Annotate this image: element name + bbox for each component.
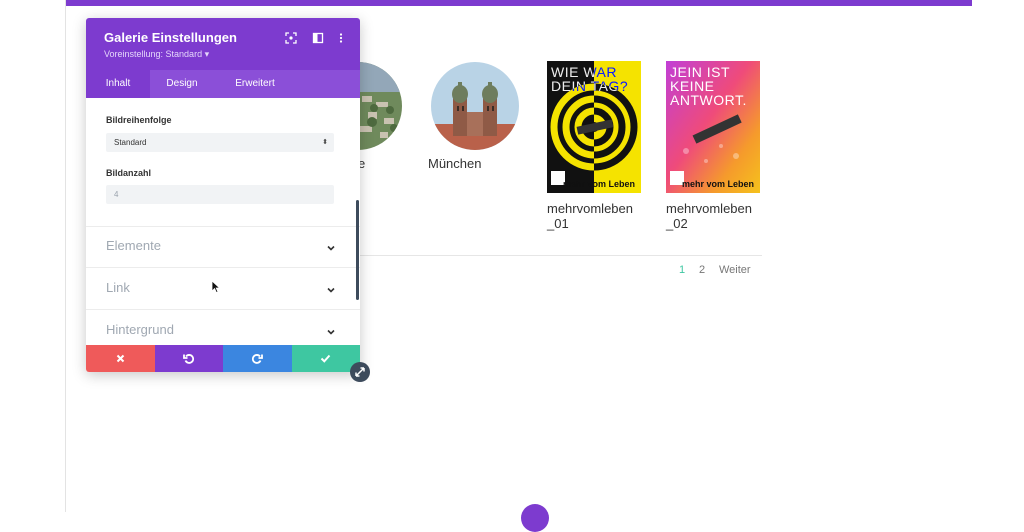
tab-inhalt[interactable]: Inhalt (86, 70, 150, 98)
gallery-caption-munich: München (428, 156, 482, 171)
section-divider (86, 267, 360, 268)
tab-design[interactable]: Design (150, 70, 214, 98)
close-icon (116, 354, 124, 363)
gallery-settings-panel: Galerie Einstellungen Voreinstellung: St… (86, 18, 360, 372)
section-elemente-label: Elemente (106, 238, 161, 253)
undo-button[interactable] (154, 345, 223, 372)
panel-header[interactable]: Galerie Einstellungen Voreinstellung: St… (86, 18, 360, 70)
panel-tabs: Inhalt Design Erweitert (86, 70, 360, 98)
section-divider (86, 309, 360, 310)
page-left-border (65, 0, 66, 512)
section-link-label: Link (106, 280, 130, 295)
top-accent-bar (66, 0, 972, 6)
gallery-caption-poster-01: mehrvomleben _01 (547, 201, 633, 231)
focus-icon[interactable] (285, 32, 297, 44)
gallery-divider (360, 255, 762, 256)
poster-02-brand: mehr vom Leben (681, 179, 754, 189)
chevron-down-icon (326, 240, 336, 258)
poster-01-brand: mehr vom Leben (562, 179, 635, 189)
preset-selector[interactable]: Voreinstellung: Standard ▾ (104, 49, 209, 60)
image-order-label: Bildreihenfolge (106, 115, 172, 125)
image-order-select[interactable]: Standard ⬍ (106, 133, 334, 152)
image-order-value: Standard (114, 138, 147, 147)
poster-01-headline: WIE WAR DEIN TAG? (551, 64, 629, 94)
close-button[interactable] (86, 345, 155, 372)
pagination-next[interactable]: Weiter (719, 264, 751, 276)
tab-erweitert[interactable]: Erweitert (214, 70, 296, 98)
image-count-value: 4 (114, 190, 119, 199)
resize-icon[interactable] (350, 362, 370, 382)
pagination-page-1[interactable]: 1 (679, 264, 685, 276)
image-count-label: Bildanzahl (106, 168, 152, 178)
gallery-image-poster-02[interactable]: JEIN IST KEINE ANTWORT. mehr vom Leben (666, 61, 760, 193)
section-elemente[interactable]: Elemente (86, 231, 360, 261)
chevron-down-icon (326, 324, 336, 342)
layout-icon[interactable] (312, 32, 324, 44)
gallery-image-munich[interactable] (431, 62, 519, 150)
mouse-cursor (211, 280, 221, 299)
redo-icon (251, 354, 263, 364)
panel-scrollbar[interactable] (356, 200, 359, 300)
check-icon (321, 354, 331, 363)
gallery-caption-poster-02: mehrvomleben _02 (666, 201, 752, 231)
chevron-down-icon (326, 282, 336, 300)
section-hintergrund[interactable]: Hintergrund (86, 315, 360, 345)
select-arrows-icon: ⬍ (322, 139, 328, 146)
more-icon[interactable] (335, 32, 347, 44)
add-section-button[interactable] (521, 504, 549, 532)
redo-button[interactable] (223, 345, 292, 372)
section-link[interactable]: Link (86, 273, 360, 303)
panel-title: Galerie Einstellungen (104, 30, 237, 45)
panel-actions (86, 345, 360, 372)
gallery-image-poster-01[interactable]: WIE WAR DEIN TAG? mehr vom Leben (547, 61, 641, 193)
section-divider (86, 226, 360, 227)
poster-02-headline: JEIN IST KEINE ANTWORT. (670, 64, 747, 108)
section-hintergrund-label: Hintergrund (106, 322, 174, 337)
pagination-page-2[interactable]: 2 (699, 264, 705, 276)
undo-icon (183, 354, 195, 364)
image-count-input[interactable]: 4 (106, 185, 334, 204)
